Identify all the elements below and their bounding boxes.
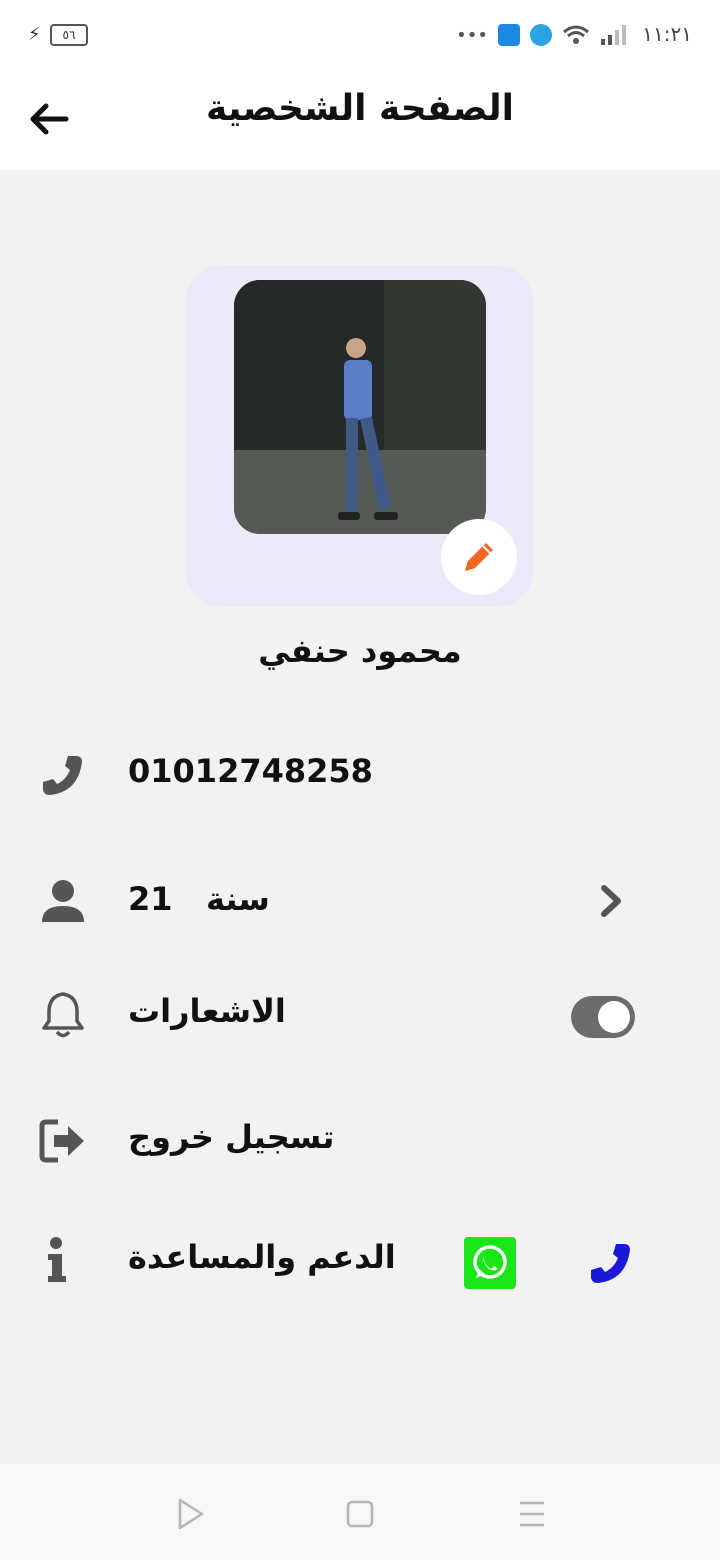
call-icon[interactable] [584,1236,638,1290]
whatsapp-button[interactable] [464,1237,516,1289]
usb-icon [498,24,520,46]
nav-back-icon[interactable] [170,1494,210,1534]
age-label: سنة 21 [128,880,270,918]
logout-row[interactable]: تسجيل خروج [0,1096,720,1186]
age-number: 21 [128,880,173,918]
logout-icon [39,1119,84,1163]
system-nav-bar [0,1464,720,1560]
bell-icon [42,992,84,1038]
phone-icon [43,756,82,795]
avatar-photo[interactable] [234,280,486,534]
signal-icon [601,25,626,45]
support-row: الدعم والمساعدة [0,1216,720,1306]
status-icons: ••• [456,20,628,50]
charging-icon: ⚡ [28,24,41,45]
notifications-toggle[interactable] [571,996,635,1038]
phone-row: 01012748258 [0,730,720,820]
info-icon [48,1237,66,1282]
support-label: الدعم والمساعدة [128,1238,396,1276]
age-unit: سنة [205,880,270,918]
edit-photo-button[interactable] [441,519,517,595]
user-icon [42,880,84,922]
age-row[interactable]: سنة 21 [0,856,720,946]
app-bar: الصفحة الشخصية [0,70,720,170]
status-time: ١١:٢١ [642,22,692,46]
notifications-row: الاشعارات [0,970,720,1060]
status-bar: ⚡ ٥٦ ••• ١١:٢١ [0,0,720,70]
nav-home-icon[interactable] [340,1494,380,1534]
toggle-knob [598,1001,630,1033]
telegram-icon [530,24,552,46]
notifications-label: الاشعارات [128,992,286,1030]
pencil-icon [465,543,493,571]
page-title: الصفحة الشخصية [206,88,514,129]
whatsapp-icon [473,1245,507,1279]
nav-menu-icon[interactable] [512,1494,552,1534]
chevron-right-icon[interactable] [594,876,630,926]
wifi-icon [563,25,589,44]
user-name: محمود حنفي [258,632,462,670]
phone-number: 01012748258 [128,752,373,790]
more-dots-icon: ••• [456,24,488,46]
avatar-container [186,265,533,607]
logout-label: تسجيل خروج [128,1118,335,1156]
battery-indicator: ٥٦ [50,24,88,46]
